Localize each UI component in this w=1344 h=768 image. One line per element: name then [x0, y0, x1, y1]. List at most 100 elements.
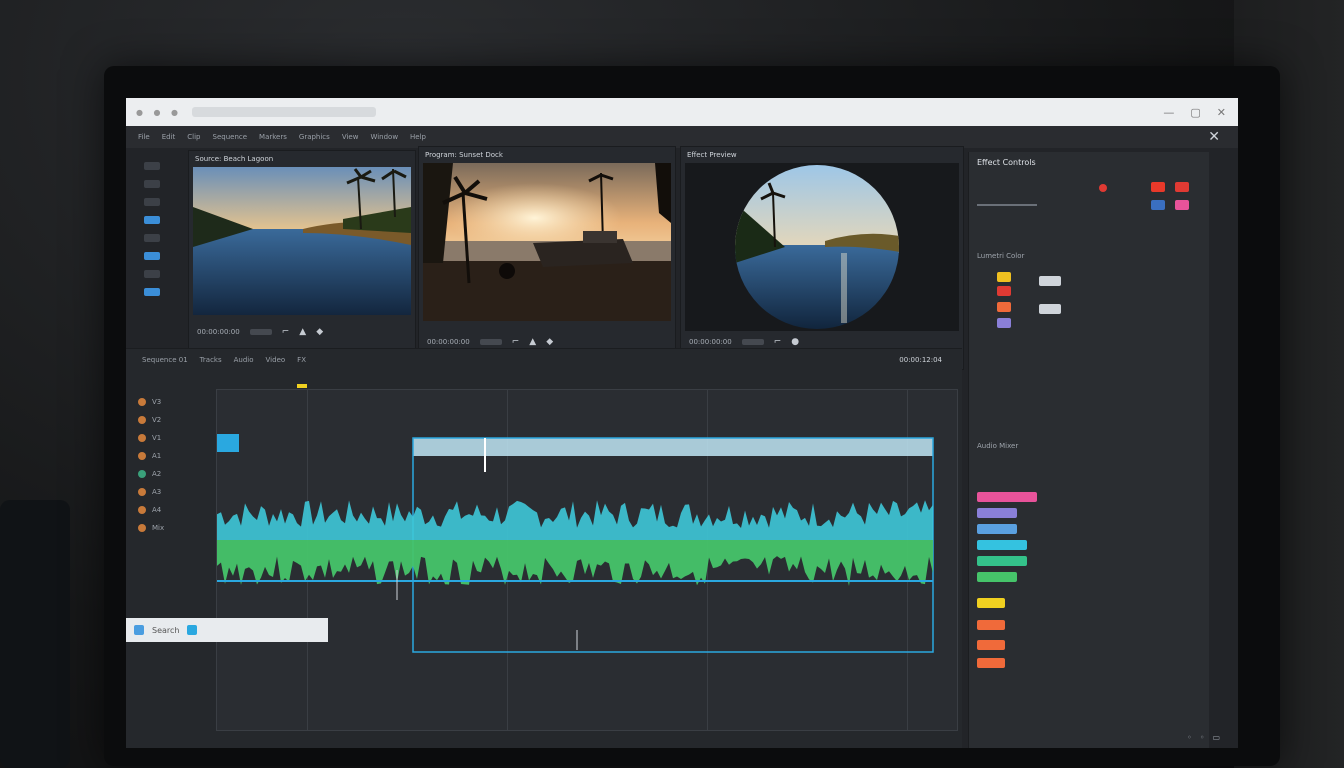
tray-wifi-icon[interactable]: ◦	[1187, 733, 1192, 742]
mixer-bar[interactable]	[977, 508, 1017, 518]
track-header[interactable]: V2	[138, 411, 208, 429]
menu-bar: File Edit Clip Sequence Markers Graphics…	[126, 126, 1238, 148]
system-tray: ◦ ◦ ▭	[1187, 733, 1220, 742]
color-swatch[interactable]	[997, 286, 1011, 296]
minimize-button[interactable]: —	[1163, 106, 1174, 119]
value-field[interactable]	[1039, 276, 1061, 286]
nav-dots[interactable]: ● ● ●	[136, 108, 182, 117]
color-swatch[interactable]	[1151, 182, 1165, 192]
timeline-tab-sequence[interactable]: Sequence 01	[142, 356, 188, 364]
viewer-title: Effect Preview	[687, 151, 737, 159]
timeline-tab-audio[interactable]: Audio	[234, 356, 254, 364]
program-play-icon[interactable]: ▲	[529, 337, 536, 347]
track-header[interactable]: V1	[138, 429, 208, 447]
slider-track[interactable]	[977, 204, 1037, 206]
effect-record-icon[interactable]: ●	[791, 337, 799, 347]
track-header[interactable]: Mix	[138, 519, 208, 537]
clip-small	[217, 434, 239, 452]
editor-screen: ● ● ● — ▢ ✕ File Edit Clip Sequence Mark…	[126, 98, 1238, 748]
timeline-tracks-area[interactable]	[216, 384, 958, 731]
program-mark-icon[interactable]: ⌐	[512, 337, 520, 347]
track-toggle-icon[interactable]	[138, 452, 146, 460]
color-swatch[interactable]	[997, 318, 1011, 328]
track-header[interactable]: V3	[138, 393, 208, 411]
value-field[interactable]	[1039, 304, 1061, 314]
track-toggle-icon[interactable]	[138, 470, 146, 478]
mixer-bar[interactable]	[977, 524, 1017, 534]
lagoon-frame	[193, 167, 411, 315]
maximize-button[interactable]: ▢	[1190, 106, 1200, 119]
mixer-bar[interactable]	[977, 598, 1005, 608]
sunset-frame	[423, 163, 671, 321]
tool-ripple-icon[interactable]	[144, 198, 160, 206]
keyframe-icon[interactable]	[1099, 184, 1107, 192]
address-bar[interactable]	[192, 107, 377, 117]
tool-razor-icon[interactable]	[144, 216, 160, 224]
menu-file[interactable]: File	[138, 133, 150, 141]
tool-slip-icon[interactable]	[144, 234, 160, 242]
mixer-bar[interactable]	[977, 620, 1005, 630]
menu-edit[interactable]: Edit	[162, 133, 176, 141]
waveform-canvas	[217, 434, 934, 653]
menu-markers[interactable]: Markers	[259, 133, 287, 141]
program-zoom-select[interactable]	[479, 339, 502, 345]
color-swatch[interactable]	[1175, 200, 1189, 210]
app-icon[interactable]	[187, 625, 198, 635]
section-label: Lumetri Color	[977, 252, 1025, 260]
mixer-bar[interactable]	[977, 658, 1005, 668]
mixer-bar[interactable]	[977, 572, 1017, 582]
source-viewer: Source: Beach Lagoon 00:00:00:00 ⌐ ▲ ◆	[188, 150, 416, 360]
source-mark-in-icon[interactable]: ⌐	[282, 327, 290, 337]
browser-titlebar: ● ● ● — ▢ ✕	[126, 98, 1238, 126]
menu-graphics[interactable]: Graphics	[299, 133, 330, 141]
track-header[interactable]: A4	[138, 501, 208, 519]
mixer-bar[interactable]	[977, 492, 1037, 502]
clip-title-bar	[413, 438, 933, 456]
tool-track-icon[interactable]	[144, 180, 160, 188]
track-header[interactable]: A2	[138, 465, 208, 483]
effect-mark-icon[interactable]: ⌐	[774, 337, 782, 347]
window-controls: — ▢ ✕	[1163, 106, 1226, 119]
tool-pen-icon[interactable]	[144, 252, 160, 260]
color-swatch[interactable]	[1175, 182, 1189, 192]
track-toggle-icon[interactable]	[138, 506, 146, 514]
taskbar-search[interactable]: Search	[152, 626, 179, 635]
track-header[interactable]: A3	[138, 483, 208, 501]
track-toggle-icon[interactable]	[138, 488, 146, 496]
source-play-icon[interactable]: ▲	[299, 327, 306, 337]
color-swatch[interactable]	[997, 272, 1011, 282]
menu-window[interactable]: Window	[370, 133, 398, 141]
track-header[interactable]: A1	[138, 447, 208, 465]
track-toggle-icon[interactable]	[138, 416, 146, 424]
track-toggle-icon[interactable]	[138, 398, 146, 406]
tool-select-icon[interactable]	[144, 162, 160, 170]
mixer-bar[interactable]	[977, 556, 1027, 566]
mixer-bar[interactable]	[977, 540, 1027, 550]
timeline-tab-tracks[interactable]: Tracks	[200, 356, 222, 364]
menu-sequence[interactable]: Sequence	[213, 133, 248, 141]
timeline-header: Sequence 01 Tracks Audio Video FX 00:00:…	[126, 349, 962, 371]
menu-help[interactable]: Help	[410, 133, 426, 141]
tool-hand-icon[interactable]	[144, 270, 160, 278]
menu-clip[interactable]: Clip	[187, 133, 200, 141]
mixer-bar[interactable]	[977, 640, 1005, 650]
source-settings-icon[interactable]: ◆	[316, 327, 323, 337]
color-swatch[interactable]	[1151, 200, 1165, 210]
timeline-marker[interactable]	[297, 384, 307, 388]
tray-volume-icon[interactable]: ◦	[1200, 733, 1205, 742]
track-toggle-icon[interactable]	[138, 434, 146, 442]
source-zoom-select[interactable]	[249, 329, 272, 335]
effect-zoom-select[interactable]	[741, 339, 764, 345]
close-button[interactable]: ✕	[1217, 106, 1226, 119]
tool-text-icon[interactable]	[144, 288, 160, 296]
timeline-tab-fx[interactable]: FX	[297, 356, 306, 364]
timeline-tab-video[interactable]: Video	[266, 356, 286, 364]
track-toggle-icon[interactable]	[138, 524, 146, 532]
tray-battery-icon[interactable]: ▭	[1212, 733, 1220, 742]
color-swatch[interactable]	[997, 302, 1011, 312]
menu-view[interactable]: View	[342, 133, 359, 141]
panel-close-icon[interactable]: ✕	[1208, 129, 1220, 145]
start-icon[interactable]	[134, 625, 144, 635]
program-export-icon[interactable]: ◆	[546, 337, 553, 347]
track-headers: V3 V2 V1 A1 A2 A3 A4 Mix	[138, 393, 208, 537]
